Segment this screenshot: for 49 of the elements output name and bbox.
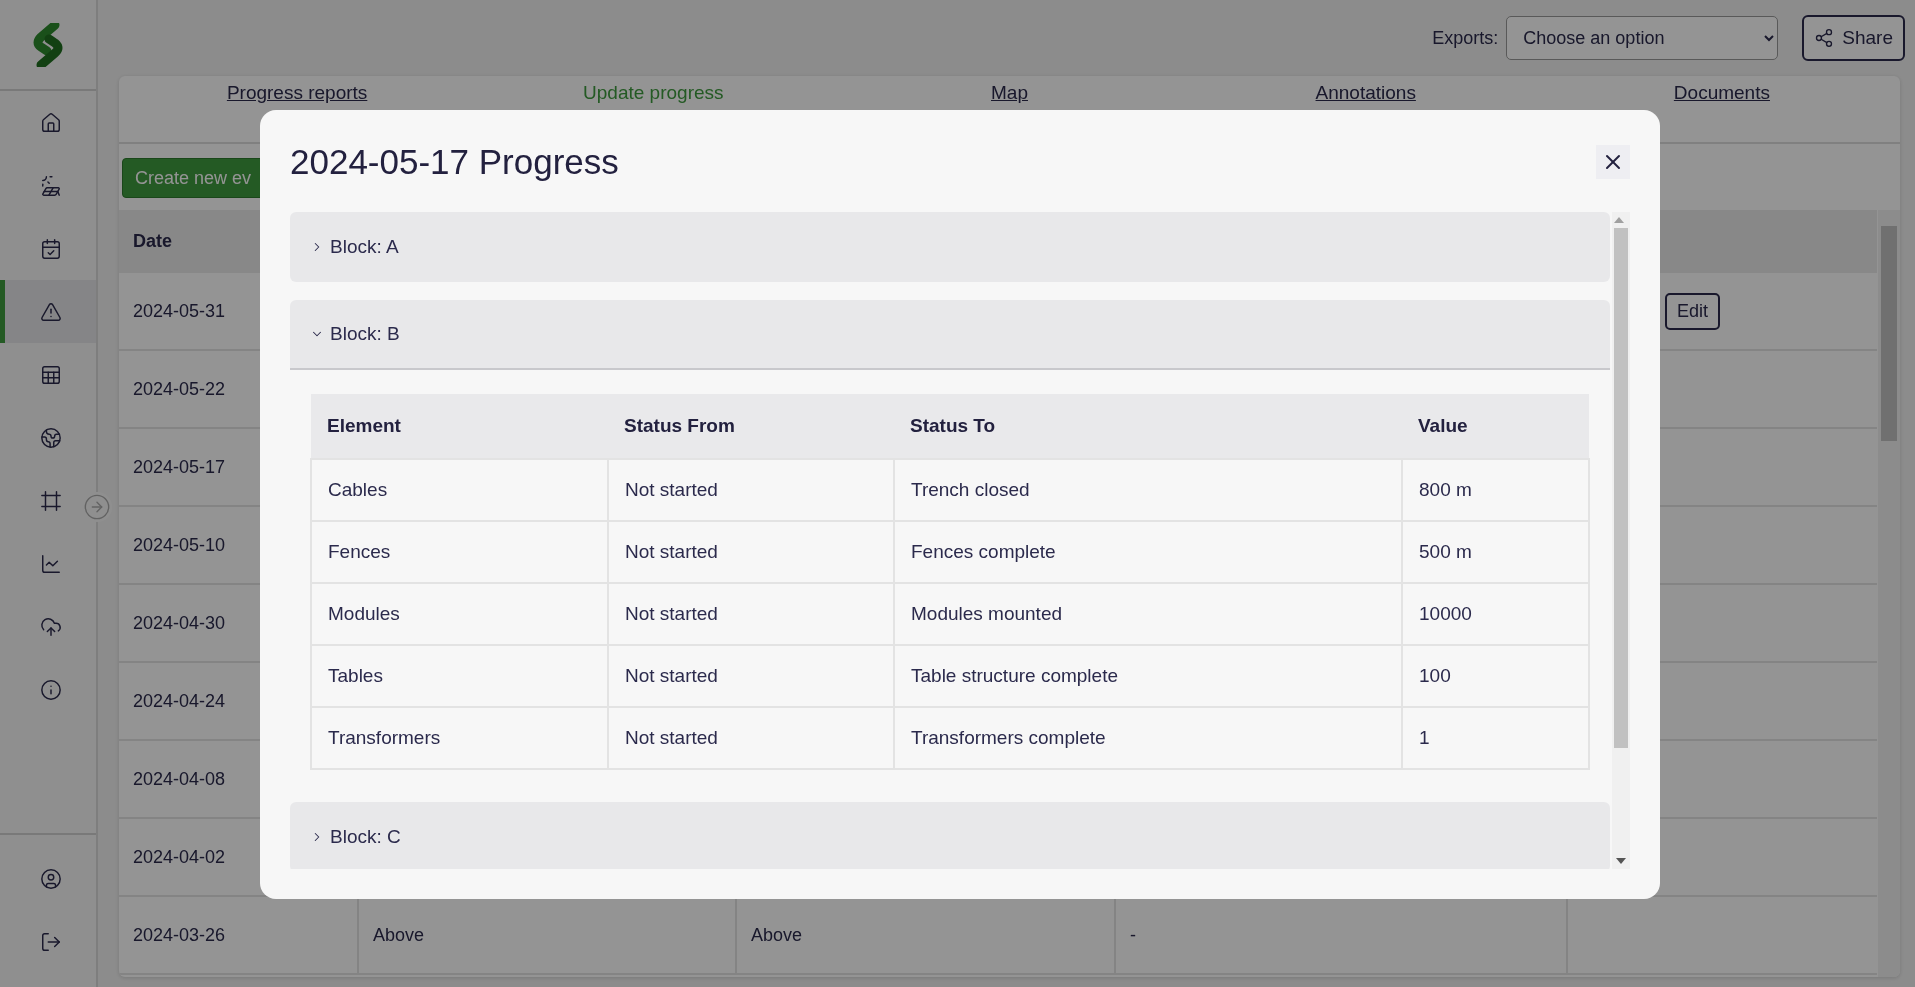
exports-select[interactable]: Choose an option — [1506, 16, 1779, 60]
table-cell: Modules — [311, 583, 608, 645]
table-cell: Table structure complete — [894, 645, 1402, 707]
exports-label: Exports: — [1432, 27, 1499, 49]
table-cell: 1 — [1402, 707, 1589, 769]
accordion-header[interactable]: Block: C — [290, 802, 1610, 869]
line-chart-icon — [39, 552, 62, 575]
close-button[interactable] — [1596, 145, 1630, 179]
table-cell: 100 — [1402, 645, 1589, 707]
dialog-title: 2024-05-17 Progress — [290, 142, 619, 182]
table-cell: Not started — [608, 521, 894, 583]
cloud-upload-icon — [39, 615, 62, 638]
column-header: Status From — [608, 394, 894, 459]
table-cell: Transformers — [311, 707, 608, 769]
table-cell: Not started — [608, 707, 894, 769]
info-icon — [39, 678, 62, 701]
sheet-icon — [39, 363, 62, 386]
solar-panel-icon — [39, 174, 62, 197]
user-circle-icon — [39, 867, 62, 890]
sidebar-item[interactable] — [0, 280, 96, 343]
table-cell: 10000 — [1402, 583, 1589, 645]
table-cell: Tables — [311, 645, 608, 707]
table-cell: Cables — [311, 459, 608, 521]
edit-button[interactable]: Edit — [1665, 292, 1721, 330]
column-header: Value — [1402, 394, 1589, 459]
column-header: Status To — [894, 394, 1402, 459]
scrollbar[interactable] — [1878, 210, 1900, 977]
table-cell: 500 m — [1402, 521, 1589, 583]
logout-icon — [39, 930, 62, 953]
logo-icon — [33, 22, 63, 67]
share-button[interactable]: Share — [1802, 15, 1905, 61]
table-cell: 800 m — [1402, 459, 1589, 521]
accordion-header[interactable]: Block: B — [290, 300, 1610, 370]
table-cell: Transformers complete — [894, 707, 1402, 769]
calendar-check-icon — [39, 237, 62, 260]
globe-icon — [39, 426, 62, 449]
column-header: Element — [311, 394, 608, 459]
table-cell: Not started — [608, 645, 894, 707]
home-icon — [39, 111, 62, 134]
warning-triangle-icon — [39, 300, 62, 323]
table-cell: Not started — [608, 459, 894, 521]
table-cell: Fences complete — [894, 521, 1402, 583]
table-cell: Modules mounted — [894, 583, 1402, 645]
share-icon — [1814, 28, 1835, 48]
table-cell: Not started — [608, 583, 894, 645]
table-cell: Fences — [311, 521, 608, 583]
scrollbar[interactable] — [1612, 212, 1630, 869]
table-cell: Trench closed — [894, 459, 1402, 521]
accordion-header[interactable]: Block: A — [290, 212, 1610, 282]
